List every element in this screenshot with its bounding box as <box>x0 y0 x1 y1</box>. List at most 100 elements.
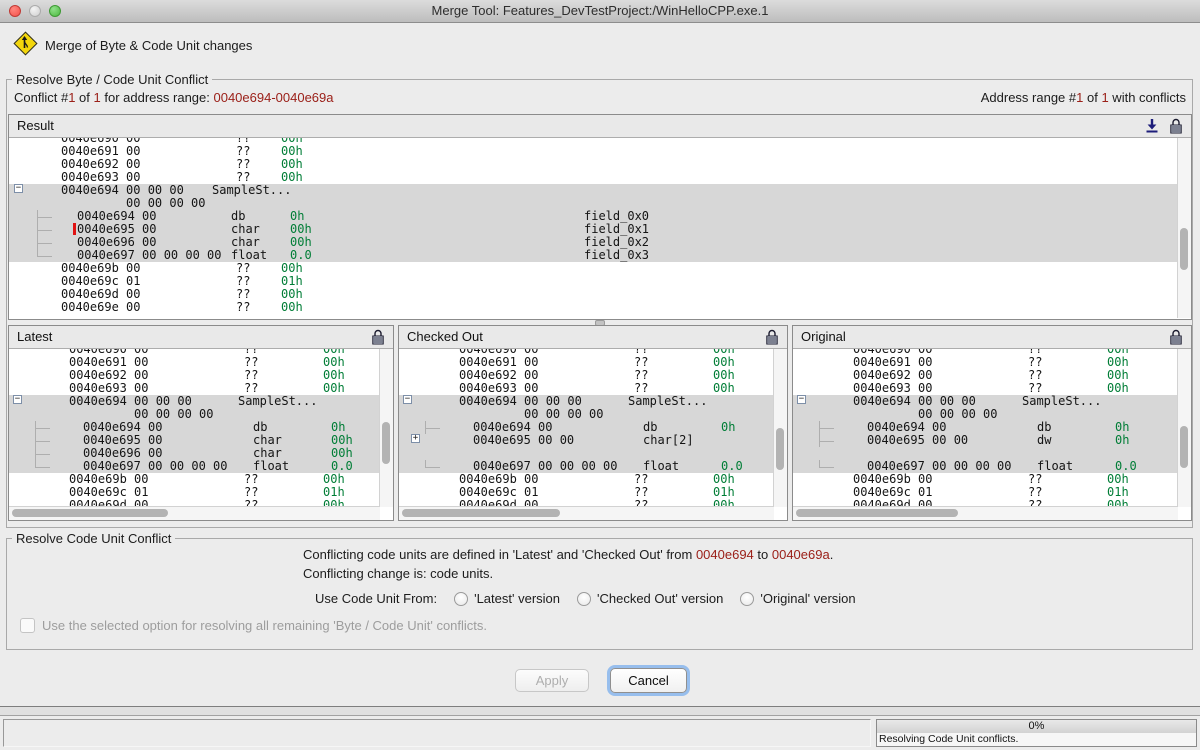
radio-button-icon[interactable] <box>577 592 591 606</box>
listing-row[interactable]: 0040e69c 01??01h <box>9 275 1178 288</box>
operand: 00h <box>713 382 735 395</box>
text-segment: 1 <box>94 90 101 105</box>
lock-icon[interactable] <box>371 329 385 345</box>
expand-icon[interactable]: + <box>411 434 420 443</box>
collapse-icon[interactable]: − <box>14 184 23 193</box>
radio-checked-out-label: 'Checked Out' version <box>597 591 723 606</box>
scrollbar-thumb[interactable] <box>1180 228 1188 270</box>
radio-button-icon[interactable] <box>454 592 468 606</box>
collapse-icon[interactable]: − <box>13 395 22 404</box>
text-segment: for address range: <box>101 90 214 105</box>
apply-button[interactable]: Apply <box>515 669 589 692</box>
latest-vertical-scrollbar[interactable] <box>379 349 393 507</box>
tree-branch <box>819 460 834 468</box>
tree-branch <box>425 460 440 468</box>
listing-row[interactable]: 0040e695 00char00h <box>9 434 380 447</box>
radio-checked-out-version[interactable]: 'Checked Out' version <box>577 591 723 606</box>
listing-row[interactable]: 0040e697 00 00 00 00float0.0field_0x3 <box>9 249 1178 262</box>
radio-latest-version[interactable]: 'Latest' version <box>454 591 560 606</box>
progress-area: 0% Resolving Code Unit conflicts. <box>876 719 1197 747</box>
cancel-button[interactable]: Cancel <box>610 668 687 693</box>
address-range-line: Address range #1 of 1 with conflicts <box>981 90 1186 105</box>
listing-row[interactable]: 0040e693 00??00h <box>9 171 1178 184</box>
collapse-icon[interactable]: − <box>797 395 806 404</box>
listing-row[interactable]: 00 00 00 00 <box>399 408 774 421</box>
radio-original-version[interactable]: 'Original' version <box>740 591 855 606</box>
conflict-info-line2: Conflicting change is: code units. <box>303 566 493 581</box>
listing-row[interactable]: 0040e693 00??00h <box>9 382 380 395</box>
merge-tool-window: Merge Tool: Features_DevTestProject:/Win… <box>0 0 1200 750</box>
checked-out-listing: 0040e690 00??00h0040e691 00??00h0040e692… <box>399 349 774 507</box>
scrollbar-thumb[interactable] <box>776 428 784 470</box>
checked-out-panel-title: Checked Out <box>407 329 483 344</box>
tree-branch <box>425 421 440 429</box>
conflict-count-line: Conflict #1 of 1 for address range: 0040… <box>14 90 334 105</box>
original-panel-header: Original <box>793 326 1191 349</box>
use-code-unit-from-label: Use Code Unit From: <box>315 591 437 606</box>
listing-row[interactable]: 0040e690 00??00h <box>9 138 1178 145</box>
text-segment: 0040e69a <box>772 547 830 562</box>
scrollbar-thumb[interactable] <box>402 509 560 517</box>
scrollbar-thumb[interactable] <box>12 509 168 517</box>
listing-row[interactable]: 0040e69b 00??00h <box>9 262 1178 275</box>
checked-out-vertical-scrollbar[interactable] <box>773 349 787 507</box>
byte-codeunit-conflict-group-title: Resolve Byte / Code Unit Conflict <box>12 72 212 87</box>
listing-row[interactable]: 0040e694 00db0h <box>9 421 380 434</box>
radio-original-label: 'Original' version <box>760 591 855 606</box>
scrollbar-thumb[interactable] <box>382 422 390 464</box>
listing-row[interactable]: 00 00 00 00 <box>9 408 380 421</box>
status-strip <box>0 706 1200 716</box>
mnemonic: ?? <box>236 301 250 314</box>
latest-horizontal-scrollbar[interactable] <box>9 506 380 520</box>
listing-row[interactable]: 0040e692 00??00h <box>9 158 1178 171</box>
lock-icon[interactable] <box>1169 329 1183 345</box>
original-horizontal-scrollbar[interactable] <box>793 506 1178 520</box>
scrollbar-thumb[interactable] <box>796 509 958 517</box>
scrollbar-thumb[interactable] <box>1180 426 1188 468</box>
scroll-to-cursor-icon[interactable] <box>1145 118 1159 134</box>
result-vertical-scrollbar[interactable] <box>1177 138 1191 318</box>
text-segment: with conflicts <box>1109 90 1186 105</box>
listing-row[interactable]: 0040e69d 00??00h <box>9 288 1178 301</box>
mnemonic: float <box>1037 460 1073 473</box>
merge-arrow-icon <box>14 32 35 53</box>
mnemonic: SampleSt... <box>238 395 317 408</box>
lock-icon[interactable] <box>1169 118 1183 134</box>
result-panel: Result 0040e690 00??00h0040e691 00??00h0… <box>8 114 1192 320</box>
listing-row[interactable]: 0040e694 00db0h <box>399 421 774 434</box>
mnemonic: SampleSt... <box>628 395 707 408</box>
address-bytes: 0040e69e 00 <box>61 301 140 314</box>
original-vertical-scrollbar[interactable] <box>1177 349 1191 507</box>
result-panel-title: Result <box>17 118 54 133</box>
address-bytes: 0040e695 00 00 <box>867 434 968 447</box>
collapse-icon[interactable]: − <box>403 395 412 404</box>
mnemonic: SampleSt... <box>212 184 291 197</box>
original-panel: Original 0040e690 00??00h0040e691 00??00… <box>792 325 1192 521</box>
progress-bar: 0% <box>876 719 1197 734</box>
checked-out-horizontal-scrollbar[interactable] <box>399 506 774 520</box>
lock-icon[interactable] <box>765 329 779 345</box>
listing-row[interactable]: 0040e695 00 00dw0h <box>793 434 1178 447</box>
tree-branch <box>35 421 50 429</box>
text-segment: Address range # <box>981 90 1076 105</box>
listing-row[interactable]: 0040e693 00??00h <box>399 382 774 395</box>
latest-panel-title: Latest <box>17 329 52 344</box>
latest-listing: 0040e690 00??00h0040e691 00??00h0040e692… <box>9 349 380 507</box>
conflict-info-line1: Conflicting code units are defined in 'L… <box>303 547 833 562</box>
checkbox-icon[interactable] <box>20 618 35 633</box>
radio-button-icon[interactable] <box>740 592 754 606</box>
listing-row[interactable]: 0040e693 00??00h <box>793 382 1178 395</box>
listing-cursor <box>73 223 76 235</box>
listing-row[interactable]: 0040e69e 00??00h <box>9 301 1178 314</box>
latest-panel: Latest 0040e690 00??00h0040e691 00??00h0… <box>8 325 394 521</box>
listing-row[interactable]: 0040e691 00??00h <box>9 145 1178 158</box>
operand: 00h <box>323 382 345 395</box>
latest-panel-header: Latest <box>9 326 393 349</box>
use-for-all-checkbox-row[interactable]: Use the selected option for resolving al… <box>20 618 487 633</box>
radio-latest-label: 'Latest' version <box>474 591 560 606</box>
title-bar: Merge Tool: Features_DevTestProject:/Win… <box>0 0 1200 23</box>
operand: 0h <box>1115 434 1129 447</box>
original-panel-title: Original <box>801 329 846 344</box>
tree-branch <box>37 223 52 231</box>
listing-row[interactable]: +0040e695 00 00char[2] <box>399 434 774 447</box>
